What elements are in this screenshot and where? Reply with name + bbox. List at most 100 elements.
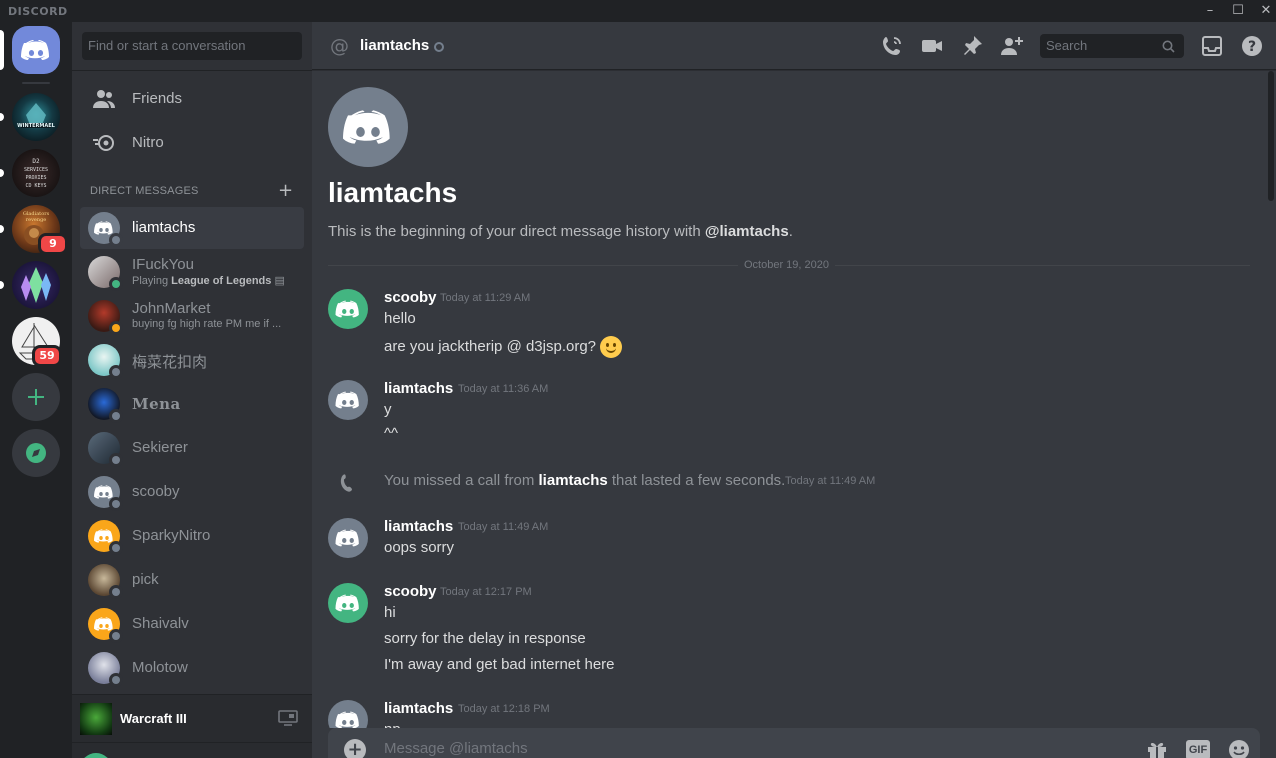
message-avatar[interactable] — [328, 583, 368, 623]
dm-item[interactable]: SparkyNitro — [80, 515, 304, 557]
intro-avatar — [328, 87, 408, 167]
d2-services-logo-icon: D2 SERVICES PROXIES CD KEYS — [24, 158, 48, 189]
message-author[interactable]: liamtachs — [384, 380, 453, 397]
message-input[interactable]: Message @liamtachs — [384, 740, 528, 757]
discord-default-avatar-icon — [335, 300, 359, 318]
user-avatar[interactable] — [80, 753, 112, 758]
title-bar: DISCORD – ☐ ✕ — [0, 0, 1276, 22]
status-indicator — [109, 365, 123, 379]
screen-share-icon[interactable] — [278, 709, 298, 727]
server-crystals[interactable] — [12, 261, 60, 309]
dm-name: 梅菜花扣肉 — [132, 354, 208, 371]
status-indicator — [109, 409, 123, 423]
server-wintermael[interactable]: WINTERMAEL — [12, 93, 60, 141]
close-icon[interactable]: ✕ — [1252, 2, 1276, 20]
message-list[interactable]: liamtachs This is the beginning of your … — [312, 71, 1276, 728]
svg-text:SERVICES: SERVICES — [24, 167, 48, 173]
add-friend-icon[interactable] — [1000, 34, 1024, 58]
server-rail: WINTERMAEL D2 SERVICES PROXIES CD KEYS G… — [0, 22, 72, 758]
message-timestamp: Today at 11:36 AM — [458, 383, 549, 395]
message-avatar[interactable] — [328, 700, 368, 728]
dm-name: Shaivalv — [132, 615, 189, 632]
upload-plus-icon[interactable]: + — [344, 739, 366, 758]
nitro-icon — [93, 135, 114, 151]
message-text: y — [384, 401, 392, 418]
dm-name: pick — [132, 571, 159, 588]
status-indicator — [109, 321, 123, 335]
game-icon — [80, 703, 112, 735]
discord-logo-icon — [21, 40, 49, 60]
search-icon — [1162, 40, 1175, 53]
dm-item[interactable]: scooby — [80, 471, 304, 513]
server-d2[interactable]: D2 SERVICES PROXIES CD KEYS — [12, 149, 60, 197]
dm-item[interactable]: JohnMarket buying fg high rate PM me if … — [80, 295, 304, 337]
gif-picker-button[interactable]: GIF — [1186, 740, 1210, 758]
dm-item[interactable]: liamtachs — [80, 207, 304, 249]
message-timestamp: Today at 11:49 AM — [458, 521, 549, 533]
voice-call-icon[interactable] — [880, 34, 904, 58]
message-text: hi — [384, 604, 396, 621]
create-dm-icon[interactable]: + — [278, 180, 293, 201]
status-indicator — [109, 497, 123, 511]
dm-name: SparkyNitro — [132, 527, 211, 544]
maximize-icon[interactable]: ☐ — [1224, 2, 1252, 20]
message-author[interactable]: scooby — [384, 583, 437, 600]
minimize-icon[interactable]: – — [1196, 2, 1224, 20]
rich-presence-icon: ▤ — [274, 275, 285, 287]
add-server-button[interactable] — [12, 373, 60, 421]
at-icon: @ — [330, 35, 349, 57]
message-author[interactable]: liamtachs — [384, 700, 453, 717]
message-composer[interactable]: + Message @liamtachs GIF — [328, 728, 1260, 758]
message-avatar[interactable] — [328, 289, 368, 329]
plus-icon — [28, 389, 44, 405]
message-text: sorry for the delay in response — [384, 630, 586, 647]
dm-name: JohnMarket — [132, 300, 211, 317]
dm-item[interactable]: IFuckYou Playing League of Legends ▤ — [80, 251, 304, 293]
unread-pill — [0, 113, 4, 121]
dm-name: Mena — [132, 395, 181, 413]
dm-item[interactable]: Shaivalv — [80, 603, 304, 645]
scrollbar-thumb[interactable] — [1268, 71, 1274, 201]
dm-item[interactable]: pick — [80, 559, 304, 601]
svg-text:PROXIES: PROXIES — [25, 175, 46, 181]
status-indicator — [109, 673, 123, 687]
game-name: Warcraft III — [120, 711, 187, 726]
message-author[interactable]: liamtachs — [384, 518, 453, 535]
video-call-icon[interactable] — [920, 34, 944, 58]
dm-name: scooby — [132, 483, 180, 500]
unread-badge: 9 — [38, 233, 68, 255]
direct-messages-header: DIRECT MESSAGES — [90, 185, 199, 197]
find-conversation-input[interactable]: Find or start a conversation — [82, 32, 302, 60]
message-avatar[interactable] — [328, 380, 368, 420]
status-indicator — [109, 453, 123, 467]
friends-label: Friends — [132, 90, 183, 107]
emoji-picker-icon[interactable] — [1228, 739, 1250, 758]
unread-pill — [0, 169, 4, 177]
message-timestamp: Today at 12:18 PM — [458, 703, 550, 715]
message-text: are you jacktherip @ d3jsp.org? — [384, 336, 623, 358]
missed-call-icon — [340, 474, 352, 492]
message-avatar[interactable] — [328, 518, 368, 558]
status-indicator — [109, 233, 123, 247]
dm-item[interactable]: Molotow — [80, 647, 304, 689]
friends-nav[interactable]: Friends — [80, 78, 304, 120]
help-icon[interactable]: ? — [1240, 34, 1264, 58]
message-text: np — [384, 721, 401, 728]
home-button[interactable] — [12, 26, 60, 74]
discord-default-avatar-icon — [343, 110, 390, 144]
app-brand: DISCORD — [8, 5, 68, 18]
svg-text:?: ? — [1248, 39, 1256, 55]
inbox-icon[interactable] — [1200, 34, 1224, 58]
dm-item[interactable]: Mena — [80, 383, 304, 425]
discord-default-avatar-icon — [335, 391, 359, 409]
dm-item[interactable]: Sekierer — [80, 427, 304, 469]
message-author[interactable]: scooby — [384, 289, 437, 306]
pin-icon[interactable] — [960, 34, 984, 58]
dm-item[interactable]: 梅菜花扣肉 — [80, 339, 304, 381]
explore-servers-button[interactable] — [12, 429, 60, 477]
gift-icon[interactable] — [1146, 739, 1168, 758]
user-panel — [72, 742, 312, 758]
sidebar-divider — [72, 70, 312, 71]
nitro-nav[interactable]: Nitro — [80, 122, 304, 164]
missed-call-text: You missed a call from liamtachs that la… — [384, 472, 786, 489]
